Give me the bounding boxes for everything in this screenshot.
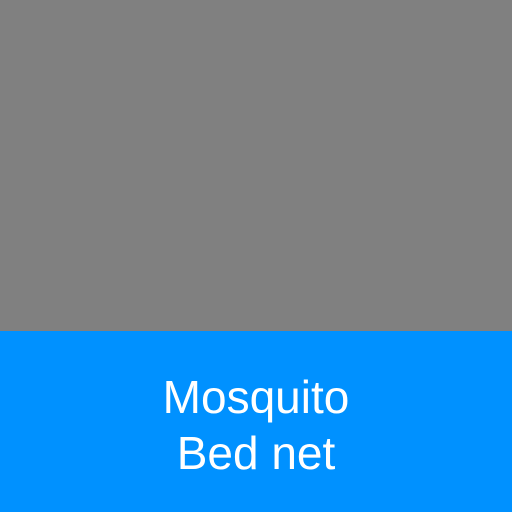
caption-line-1: Mosquito xyxy=(162,370,350,423)
caption-line-2: Bed net xyxy=(176,426,336,479)
image-placeholder xyxy=(0,0,512,331)
caption-bar: Mosquito Bed net xyxy=(0,331,512,512)
